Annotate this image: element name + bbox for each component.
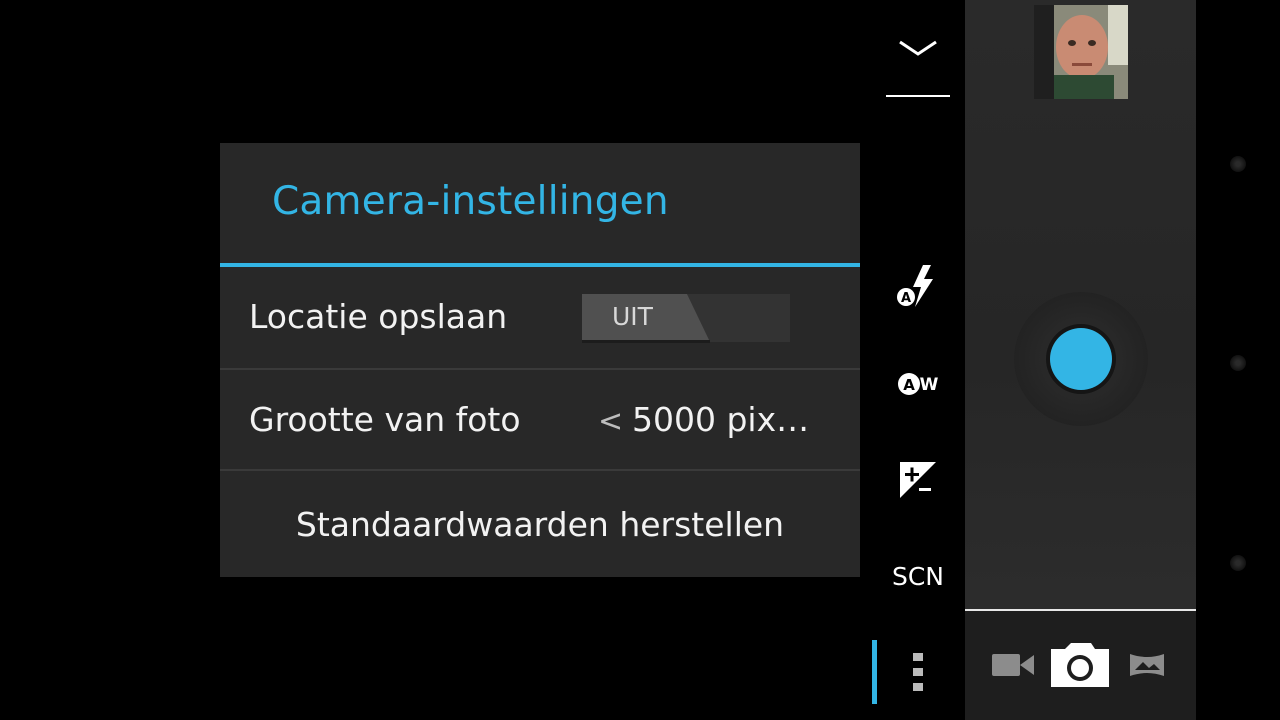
- svg-text:W: W: [920, 375, 939, 395]
- camera-settings-dialog: Camera-instellingen Locatie opslaan UIT …: [220, 143, 860, 577]
- picture-size-value: 5000 pix…: [632, 400, 810, 439]
- shutter-icon: [1050, 328, 1112, 390]
- camera-control-panel: [965, 0, 1196, 720]
- dialog-title: Camera-instellingen: [272, 179, 669, 224]
- location-label: Locatie opslaan: [249, 297, 508, 336]
- mode-switcher: [965, 611, 1196, 720]
- location-setting-row[interactable]: Locatie opslaan UIT: [220, 267, 860, 368]
- video-camera-icon[interactable]: [981, 637, 1045, 693]
- panorama-icon[interactable]: [1115, 637, 1179, 693]
- picture-size-label: Grootte van foto: [249, 400, 521, 439]
- strip-underline: [886, 95, 950, 97]
- reset-row[interactable]: Standaardwaarden herstellen: [220, 471, 860, 577]
- flash-auto-icon[interactable]: A: [886, 254, 950, 318]
- shutter-button[interactable]: [1014, 292, 1148, 426]
- restore-defaults-button[interactable]: Standaardwaarden herstellen: [220, 471, 860, 577]
- settings-strip: A A W SCN: [870, 0, 965, 720]
- toggle-thumb-shadow: [582, 340, 710, 343]
- picture-size-row[interactable]: Grootte van foto < 5000 pix…: [220, 370, 860, 471]
- more-vert-icon[interactable]: [886, 640, 950, 704]
- edge-dot: [1230, 156, 1246, 172]
- screen-edge: [1196, 0, 1280, 720]
- last-photo-thumbnail[interactable]: [1034, 5, 1128, 99]
- location-toggle[interactable]: UIT: [582, 294, 790, 343]
- svg-text:A: A: [903, 376, 915, 394]
- scene-mode-button[interactable]: SCN: [886, 544, 950, 608]
- edge-dot: [1230, 555, 1246, 571]
- chevron-down-icon[interactable]: [886, 16, 950, 80]
- active-indicator: [872, 640, 877, 704]
- camera-icon[interactable]: [1048, 637, 1112, 693]
- white-balance-auto-icon[interactable]: A W: [886, 352, 950, 416]
- svg-text:A: A: [901, 291, 911, 306]
- exposure-icon[interactable]: [886, 448, 950, 512]
- toggle-state-label: UIT: [612, 302, 653, 331]
- edge-dot: [1230, 355, 1246, 371]
- previous-size-arrow[interactable]: <: [598, 404, 623, 439]
